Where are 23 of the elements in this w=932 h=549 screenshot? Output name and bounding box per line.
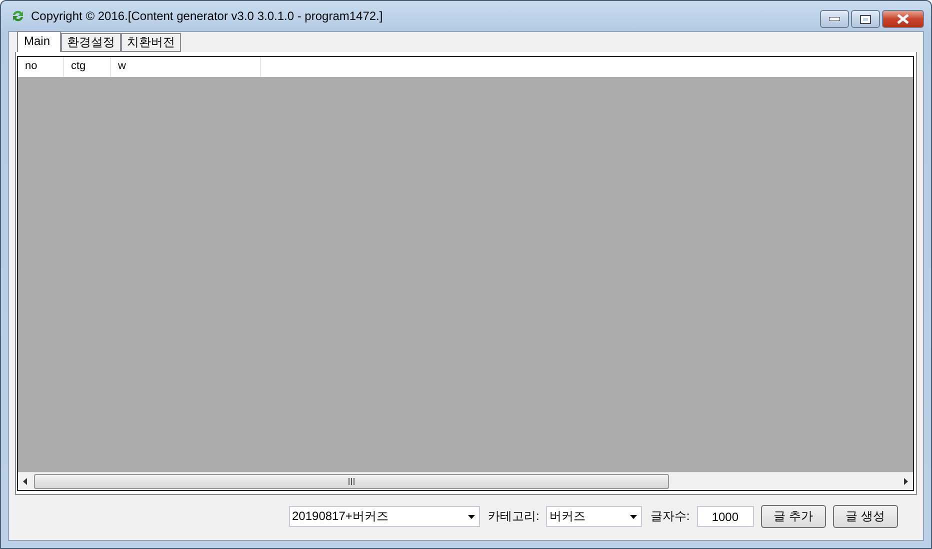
dropdown-arrow-icon [630, 514, 638, 518]
close-icon [897, 14, 909, 24]
category-label: 카테고리: [488, 508, 540, 525]
column-header[interactable]: ctg [64, 57, 111, 77]
preset-dropdown[interactable]: 20190817+버커즈 [289, 506, 480, 527]
generate-button[interactable]: 글 생성 [832, 505, 898, 528]
add-button[interactable]: 글 추가 [760, 505, 826, 528]
tab[interactable]: 환경설정 [61, 33, 122, 52]
column-header[interactable]: no [18, 57, 64, 77]
close-button[interactable] [882, 10, 924, 28]
tab[interactable]: Main [17, 31, 62, 52]
maximize-button[interactable] [851, 10, 880, 28]
minimize-icon [829, 17, 840, 21]
refresh-icon [11, 9, 25, 23]
window-title: Copyright © 2016.[Content generator v3.0 3.0.1.0 - program1472.] [31, 9, 383, 23]
column-header[interactable]: w [111, 57, 261, 77]
maximize-icon [860, 14, 871, 24]
dropdown-arrow-icon [468, 514, 475, 518]
minimize-button[interactable] [820, 10, 849, 28]
count-field[interactable]: 1000 [696, 506, 754, 527]
category-dropdown[interactable]: 버커즈 [546, 506, 642, 527]
tab[interactable]: 치환버전 [121, 33, 182, 52]
count-label: 글자수: [650, 508, 690, 525]
